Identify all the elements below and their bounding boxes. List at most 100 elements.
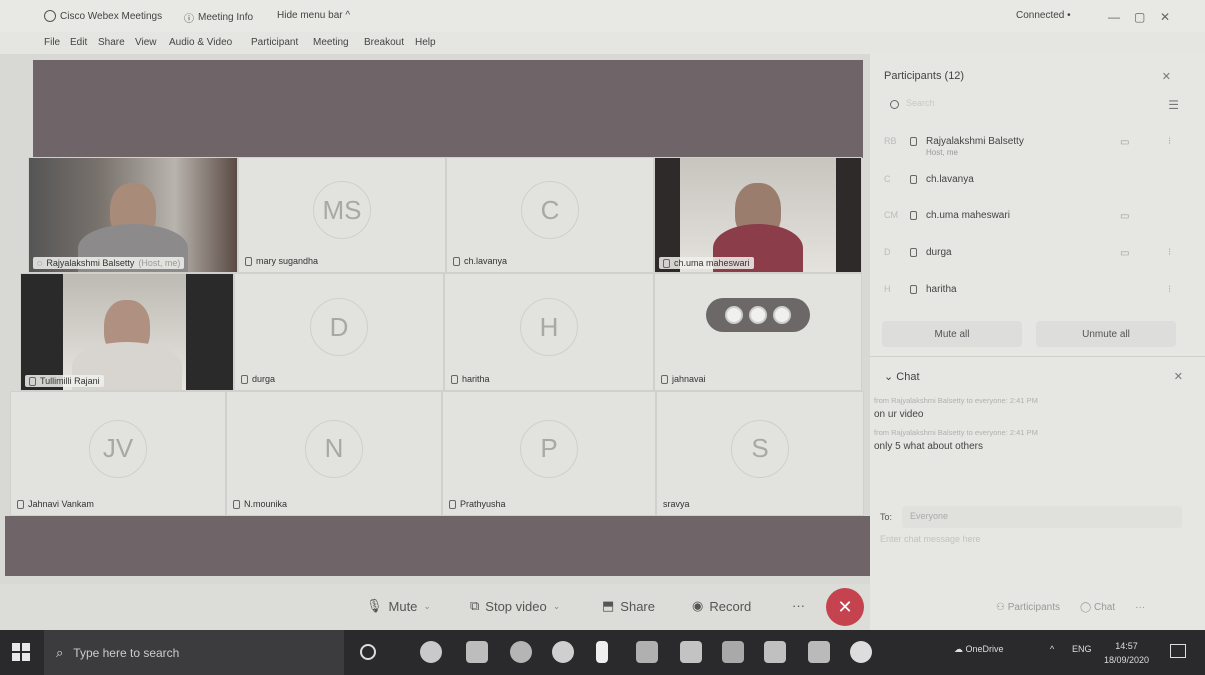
avatar-tile[interactable]: D durga — [234, 273, 444, 391]
publisher-icon[interactable] — [764, 641, 786, 663]
participant-row[interactable]: RB Rajyalakshmi Balsetty Host, me ▭ ⁝ — [884, 126, 1184, 160]
menu-share[interactable]: Share — [98, 37, 125, 48]
avatar-tile[interactable]: C ch.lavanya — [446, 157, 654, 273]
side-panel: Participants (12) ✕ Search ☰ RB Rajyalak… — [870, 54, 1205, 630]
more-options-button[interactable]: ··· — [792, 598, 805, 613]
file-explorer-icon[interactable] — [466, 641, 488, 663]
video-tile[interactable]: ch.uma maheswari — [654, 157, 862, 273]
mute-label: Mute — [388, 598, 418, 614]
participant-initials: CM — [884, 210, 898, 220]
record-button[interactable]: ◉ Record — [692, 598, 751, 614]
participants-toggle-button[interactable]: ⚇ Participants — [996, 602, 1060, 613]
more-icon[interactable]: ⁝ — [1168, 136, 1171, 147]
onedrive-tray[interactable]: ☁ OneDrive — [954, 644, 1004, 655]
participant-role: Host, me — [926, 148, 959, 157]
taskbar-clock[interactable]: 14:57 18/09/2020 — [1104, 639, 1149, 667]
chrome-icon[interactable] — [552, 641, 574, 663]
minimize-button[interactable]: — — [1108, 10, 1120, 24]
mute-all-button[interactable]: Mute all — [882, 321, 1022, 347]
chat-panel-header[interactable]: ⌄ Chat — [884, 370, 920, 383]
chat-panel-title: Chat — [896, 371, 920, 383]
menu-help[interactable]: Help — [415, 37, 436, 48]
hide-menu-bar-button[interactable]: Hide menu bar ^ — [277, 10, 350, 21]
chat-toggle-button[interactable]: ◯ Chat — [1080, 602, 1115, 613]
tile-name-text: Tullimilli Rajani — [40, 376, 100, 386]
mic-icon — [449, 499, 456, 509]
menu-view[interactable]: View — [135, 37, 157, 48]
task-view-icon[interactable] — [360, 644, 376, 660]
search-icon[interactable] — [890, 100, 899, 109]
meeting-stage: ◌ Rajyalakshmi Balsetty (Host, me) MS ma… — [0, 54, 870, 584]
more-icon[interactable]: ⁝ — [1168, 247, 1171, 258]
connecting-tile[interactable]: jahnavai — [654, 273, 862, 391]
connection-status[interactable]: Connected • — [1016, 10, 1071, 21]
avatar-tile[interactable]: N N.mounika — [226, 391, 442, 516]
webex-app-icon[interactable] — [850, 641, 872, 663]
avatar-tile[interactable]: S sravya — [656, 391, 864, 516]
notification-icon[interactable] — [1170, 644, 1186, 658]
participant-row[interactable]: D durga ▭ ⁝ — [884, 237, 1184, 271]
menu-edit[interactable]: Edit — [70, 37, 87, 48]
menu-breakout[interactable]: Breakout — [364, 37, 404, 48]
avatar: D — [310, 298, 368, 356]
language-indicator[interactable]: ENG — [1072, 644, 1092, 654]
menu-file[interactable]: File — [44, 37, 60, 48]
tile-name-label: ◌ Rajyalakshmi Balsetty (Host, me) — [33, 257, 185, 269]
browser-icon[interactable] — [420, 641, 442, 663]
participant-row[interactable]: CM ch.uma maheswari ▭ — [884, 200, 1184, 234]
opera-icon[interactable] — [510, 641, 532, 663]
participant-search-input[interactable]: Search — [906, 98, 935, 108]
chat-message-text: only 5 what about others — [874, 441, 983, 452]
sort-icon[interactable]: ☰ — [1168, 98, 1179, 112]
windows-start-button[interactable] — [12, 643, 30, 661]
more-panels-button[interactable]: ··· — [1135, 602, 1145, 613]
restore-button[interactable]: ▢ — [1134, 10, 1145, 24]
menu-audio-video[interactable]: Audio & Video — [169, 37, 232, 48]
stop-video-label: Stop video — [485, 598, 547, 614]
office-app-icon[interactable] — [808, 641, 830, 663]
chat-recipient-select[interactable]: Everyone — [902, 506, 1183, 528]
tray-overflow-icon[interactable]: ^ — [1050, 644, 1054, 654]
chat-to-label: To: — [880, 512, 893, 522]
menu-participant[interactable]: Participant — [251, 37, 298, 48]
stage-bottom-band — [5, 516, 870, 576]
chat-message-input[interactable]: Enter chat message here — [880, 534, 1180, 574]
avatar-tile[interactable]: MS mary sugandha — [238, 157, 446, 273]
avatar-tile[interactable]: JV Jahnavi Vankam — [10, 391, 226, 516]
mute-button[interactable]: 🎙︎ Mute ⌄ — [366, 598, 431, 614]
unmute-all-button[interactable]: Unmute all — [1036, 321, 1176, 347]
video-tile-host[interactable]: ◌ Rajyalakshmi Balsetty (Host, me) — [28, 157, 238, 273]
stop-video-button[interactable]: ⧉ Stop video ⌄ — [470, 598, 560, 614]
mail-icon[interactable] — [722, 641, 744, 663]
chat-recipient: To: Everyone — [880, 506, 1183, 528]
image-app-icon[interactable] — [680, 641, 702, 663]
loading-dot-icon — [749, 306, 767, 324]
mic-icon — [29, 376, 36, 386]
media-app-icon[interactable] — [636, 641, 658, 663]
onedrive-label: OneDrive — [965, 644, 1004, 654]
tile-name-text: Rajyalakshmi Balsetty — [46, 258, 135, 268]
avatar: S — [731, 419, 789, 478]
chat-message-text: on ur video — [874, 409, 924, 420]
share-button[interactable]: ⬒ Share — [602, 598, 655, 614]
tile-name-label: N.mounika — [233, 499, 287, 509]
document-icon[interactable] — [596, 641, 608, 663]
meeting-info-button[interactable]: ⓘ Meeting Info — [184, 10, 253, 25]
mic-icon — [453, 256, 460, 266]
meeting-controls: 🎙︎ Mute ⌄ ⧉ Stop video ⌄ ⬒ Share ◉ Recor… — [0, 584, 870, 630]
video-tile[interactable]: Tullimilli Rajani — [20, 273, 234, 391]
close-window-button[interactable]: ✕ — [1160, 10, 1170, 24]
avatar-tile[interactable]: P Prathyusha — [442, 391, 656, 516]
avatar-tile[interactable]: H haritha — [444, 273, 654, 391]
more-icon[interactable]: ⁝ — [1168, 284, 1171, 295]
end-meeting-button[interactable]: ✕ — [826, 588, 864, 626]
mic-icon — [233, 499, 240, 509]
mic-icon — [17, 499, 24, 509]
close-icon: ✕ — [837, 596, 853, 617]
close-participants-button[interactable]: ✕ — [1162, 70, 1171, 83]
menu-meeting[interactable]: Meeting — [313, 37, 349, 48]
close-chat-button[interactable]: ✕ — [1174, 370, 1183, 383]
taskbar-search-box[interactable]: ⌕ Type here to search — [44, 630, 344, 675]
participant-row[interactable]: C ch.lavanya — [884, 164, 1184, 198]
participant-row[interactable]: H haritha ⁝ — [884, 274, 1184, 308]
